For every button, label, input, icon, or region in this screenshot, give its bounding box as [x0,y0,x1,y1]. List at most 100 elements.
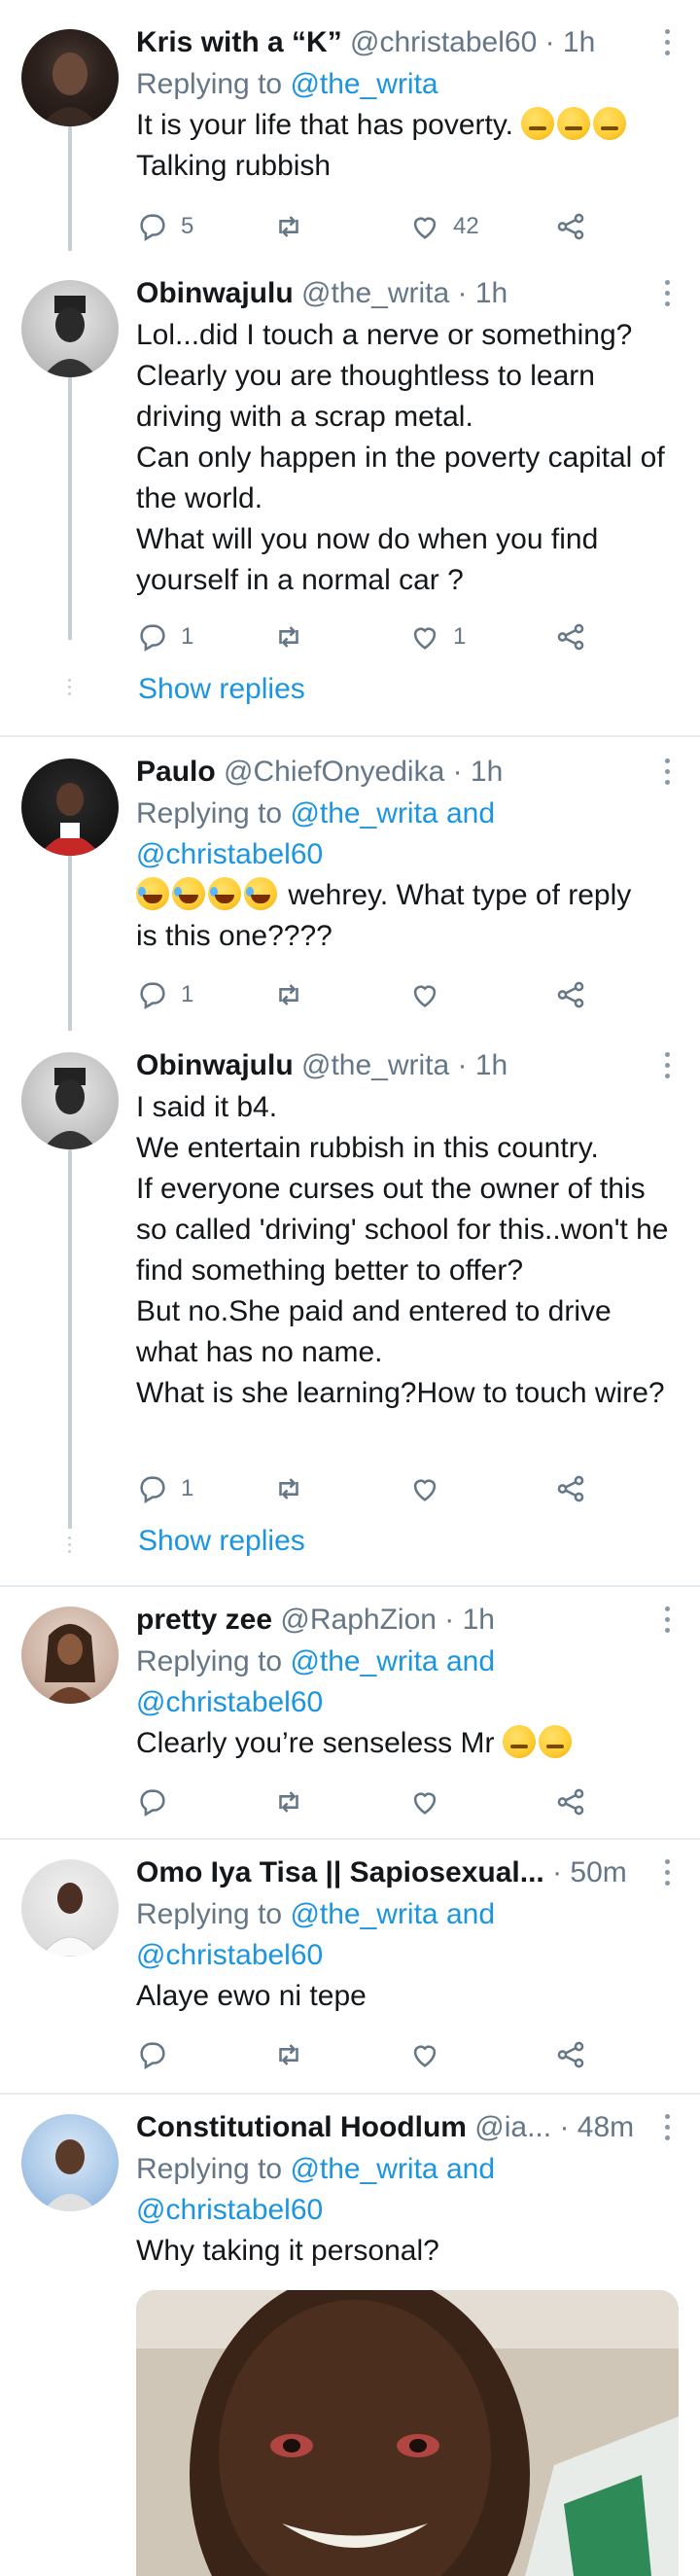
more-dots-icon[interactable] [655,272,679,315]
display-name[interactable]: Obinwajulu [136,1049,294,1081]
timestamp[interactable]: · 1h [545,26,596,58]
retweet-icon [279,2044,298,2065]
retweet-button[interactable] [272,970,317,1019]
share-button[interactable] [554,613,587,661]
avatar[interactable] [21,29,119,126]
retweet-button[interactable] [272,1464,317,1513]
user-handle[interactable]: @ChiefOnyedika [224,756,444,788]
thread-dots [67,1536,73,1557]
tweet[interactable]: Kris with a “K” @christabel60 · 1h Reply… [0,0,700,251]
like-count: 1 [453,623,467,650]
replying-to-link[interactable]: @the_writa and [290,797,495,829]
timestamp[interactable]: · 1h [453,756,504,788]
tweet[interactable]: Obinwajulu @the_writa · 1h I said it b4.… [0,1031,700,1585]
timestamp[interactable]: · 50m [552,1856,627,1888]
user-handle[interactable]: @ia... [474,2111,551,2143]
retweet-button[interactable] [272,1778,317,1826]
replying-to-link[interactable]: @christabel60 [136,838,323,870]
like-button[interactable] [408,1464,453,1513]
tweet-header: Omo Iya Tisa || Sapiosexual... · 50m [136,1852,679,1894]
tweet-header: Obinwajulu @the_writa · 1h [136,272,679,315]
reply-button[interactable]: 1 [136,1464,193,1513]
thread-line [68,856,72,1031]
replying-to-prefix: Replying to [136,1645,291,1677]
thread-line [68,377,72,640]
like-count: 42 [453,213,479,239]
tweet[interactable]: Paulo @ChiefOnyedika · 1h Replying to @t… [0,737,700,1031]
more-dots-icon[interactable] [655,2106,679,2149]
more-dots-icon[interactable] [655,1599,679,1641]
heart-icon [413,2045,437,2067]
avatar[interactable] [21,759,119,856]
reply-icon [140,624,165,653]
share-button[interactable] [554,1464,587,1513]
avatar[interactable] [21,280,119,377]
share-button[interactable] [554,202,587,251]
replying-to: Replying to @the_writa [136,64,679,105]
display-name[interactable]: Kris with a “K” [136,26,342,58]
avatar[interactable] [21,1859,119,1957]
share-button[interactable] [554,2030,587,2079]
user-handle[interactable]: @the_writa [301,277,449,309]
avatar[interactable] [21,1606,119,1704]
like-button[interactable] [408,1778,453,1826]
replying-to-link[interactable]: @christabel60 [136,1686,323,1718]
like-button[interactable] [408,2030,453,2079]
like-button[interactable]: 1 [408,613,466,661]
show-replies-link[interactable]: Show replies [138,673,305,706]
timestamp[interactable]: · 1h [458,1049,508,1081]
display-name[interactable]: Constitutional Hoodlum [136,2111,467,2143]
tweet[interactable]: Obinwajulu @the_writa · 1h Lol...did I t… [0,251,700,737]
heart-icon [413,627,437,650]
tweet-media-image[interactable] [136,2290,679,2576]
reply-button[interactable]: 1 [136,613,193,661]
avatar[interactable] [21,2114,119,2211]
show-replies-link[interactable]: Show replies [138,1525,305,1558]
display-name[interactable]: pretty zee [136,1604,272,1636]
more-dots-icon[interactable] [655,751,679,794]
replying-to-link[interactable]: @christabel60 [136,1939,323,1971]
user-handle[interactable]: @christabel60 [350,26,537,58]
reply-button[interactable] [136,1778,181,1826]
heart-icon [413,1792,437,1815]
retweet-button[interactable] [272,2030,317,2079]
more-dots-icon[interactable] [655,1044,679,1087]
tweet-text-line: It is your life that has poverty. [136,109,513,141]
more-dots-icon[interactable] [655,21,679,64]
share-button[interactable] [554,1778,587,1826]
retweet-button[interactable] [272,202,317,251]
display-name[interactable]: Paulo [136,756,216,788]
timestamp[interactable]: · 48m [559,2111,634,2143]
display-name[interactable]: Omo Iya Tisa || Sapiosexual... [136,1856,544,1888]
tweet-text-line: Clearly you’re senseless Mr [136,1727,495,1759]
user-handle[interactable]: @RaphZion [280,1604,437,1636]
tweet[interactable]: pretty zee @RaphZion · 1h Replying to @t… [0,1587,700,1840]
share-icon [557,981,584,1008]
user-handle[interactable]: @the_writa [301,1049,449,1081]
retweet-button[interactable] [272,613,317,661]
smirk-face-emoji [557,107,591,140]
more-dots-icon[interactable] [655,1852,679,1894]
tweet-actions: 5 42 [136,202,603,251]
reply-count: 1 [181,981,194,1007]
tweet[interactable]: Omo Iya Tisa || Sapiosexual... · 50m Rep… [0,1840,700,2093]
avatar[interactable] [21,1052,119,1149]
replying-to-link[interactable]: @the_writa and [290,1898,495,1930]
timestamp[interactable]: · 1h [458,277,508,309]
display-name[interactable]: Obinwajulu [136,277,294,309]
like-button[interactable]: 42 [408,202,479,251]
replying-to-link[interactable]: @the_writa and [290,1645,495,1677]
share-button[interactable] [554,970,587,1019]
retweet-icon [279,1791,298,1813]
replying-to-link[interactable]: @christabel60 [136,2194,323,2226]
reply-icon [140,2042,165,2070]
reply-button[interactable]: 5 [136,202,193,251]
reply-button[interactable] [136,2030,181,2079]
replying-to-link[interactable]: @the_writa and [290,2153,495,2185]
smirk-face-emoji [502,1725,536,1758]
replying-to-link[interactable]: @the_writa [290,68,438,100]
timestamp[interactable]: · 1h [444,1604,495,1636]
reply-button[interactable]: 1 [136,970,193,1019]
reply-count: 1 [181,1475,194,1501]
like-button[interactable] [408,970,453,1019]
